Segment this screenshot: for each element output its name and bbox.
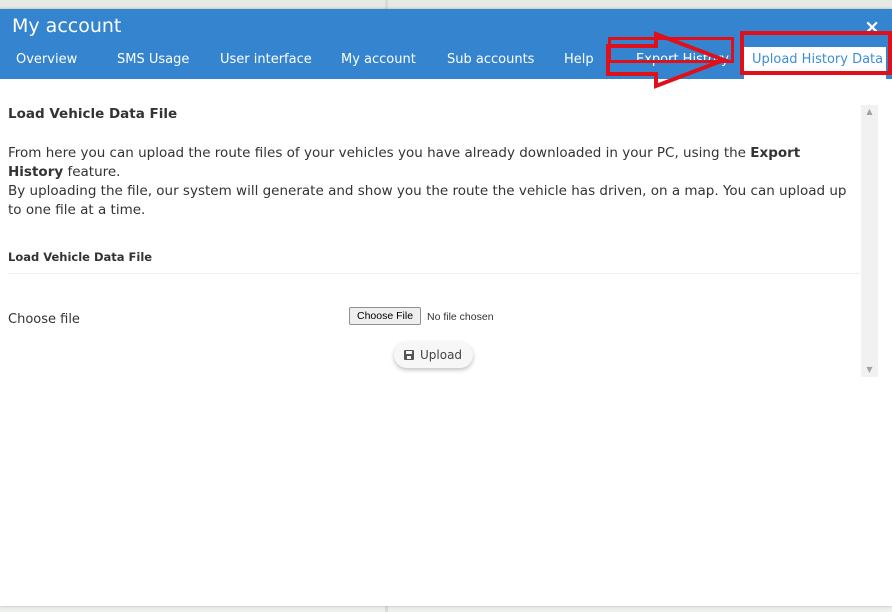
intro-text-end: feature.	[63, 164, 121, 180]
dialog-header: My account × Overview SMS Usage User int…	[0, 9, 892, 79]
tab-bar: Overview SMS Usage User interface My acc…	[0, 47, 892, 79]
page-title: Load Vehicle Data File	[8, 106, 178, 122]
content-scrollbar[interactable]: ▲ ▼	[861, 105, 878, 377]
file-upload-row: Choose file Choose File No file chosen	[8, 307, 860, 331]
intro-paragraph-2: By uploading the file, our system will g…	[8, 183, 847, 218]
scroll-up-icon[interactable]: ▲	[861, 105, 878, 119]
choose-file-label: Choose file	[8, 312, 80, 327]
tab-my-account[interactable]: My account	[341, 47, 416, 79]
tab-export-history[interactable]: Export History	[636, 47, 729, 79]
upload-button[interactable]: Upload	[394, 342, 474, 368]
tab-user-interface[interactable]: User interface	[220, 47, 312, 79]
tab-content: Load Vehicle Data File From here you can…	[8, 105, 860, 368]
dialog-title: My account	[12, 15, 122, 37]
upload-button-label: Upload	[420, 348, 463, 362]
intro-text: From here you can upload the route files…	[8, 145, 751, 161]
close-icon[interactable]: ×	[864, 15, 880, 39]
tab-sms-usage[interactable]: SMS Usage	[117, 47, 189, 79]
tab-help[interactable]: Help	[564, 47, 594, 79]
intro-paragraph: From here you can upload the route files…	[8, 144, 860, 182]
file-status-text: No file chosen	[427, 311, 494, 323]
scroll-down-icon[interactable]: ▼	[861, 363, 878, 377]
tab-upload-history-data[interactable]: Upload History Data	[744, 47, 886, 79]
section-title: Load Vehicle Data File	[8, 248, 860, 274]
choose-file-button[interactable]: Choose File	[349, 307, 422, 325]
save-icon	[404, 350, 414, 360]
tab-overview[interactable]: Overview	[16, 47, 77, 79]
tab-sub-accounts[interactable]: Sub accounts	[447, 47, 534, 79]
my-account-dialog: My account × Overview SMS Usage User int…	[0, 9, 892, 606]
